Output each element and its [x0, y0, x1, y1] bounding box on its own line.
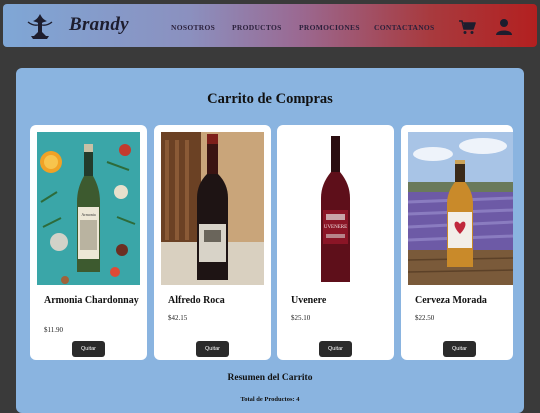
navbar: Brandy NOSOTROS PRODUCTOS PROMOCIONES CO… [3, 4, 537, 47]
remove-button[interactable]: Quitar [443, 341, 476, 357]
logo-icon[interactable] [25, 12, 55, 40]
product-card: Armonia Armonia Chardonnay $11.90 Quitar [30, 125, 147, 360]
svg-text:UVENERE: UVENERE [324, 225, 347, 230]
product-price: $25.10 [291, 314, 311, 322]
cart-panel: Carrito de Compras Armonia Armonia Chard… [16, 68, 524, 413]
product-name: Alfredo Roca [168, 295, 225, 306]
product-price: $11.90 [44, 326, 63, 334]
product-card: Cerveza Morada $22.50 Quitar [401, 125, 513, 360]
product-image: Armonia [37, 132, 140, 285]
product-card: UVENERE Uvenere $25.10 Quitar [277, 125, 394, 360]
nav-nosotros[interactable]: NOSOTROS [171, 23, 215, 32]
svg-text:Armonia: Armonia [81, 212, 95, 217]
remove-button[interactable]: Quitar [319, 341, 352, 357]
nav-promociones[interactable]: PROMOCIONES [299, 23, 360, 32]
product-image [161, 132, 264, 285]
product-card: Alfredo Roca $42.15 Quitar [154, 125, 271, 360]
product-price: $22.50 [415, 314, 435, 322]
product-name: Cerveza Morada [415, 295, 487, 306]
product-image: UVENERE [284, 132, 387, 285]
cart-title: Carrito de Compras [207, 91, 333, 107]
remove-button[interactable]: Quitar [196, 341, 229, 357]
product-name: Uvenere [291, 295, 327, 306]
summary-total: Total de Productos: 4 [240, 396, 300, 403]
nav-contactanos[interactable]: CONTACTANOS [374, 23, 435, 32]
nav-productos[interactable]: PRODUCTOS [232, 23, 282, 32]
summary-title: Resumen del Carrito [227, 373, 313, 383]
product-price: $42.15 [168, 314, 188, 322]
product-image [408, 132, 513, 285]
brand-name[interactable]: Brandy [69, 14, 129, 36]
remove-button[interactable]: Quitar [72, 341, 105, 357]
product-name: Armonia Chardonnay [44, 295, 139, 306]
cart-icon[interactable] [458, 19, 476, 35]
user-icon[interactable] [495, 18, 513, 36]
